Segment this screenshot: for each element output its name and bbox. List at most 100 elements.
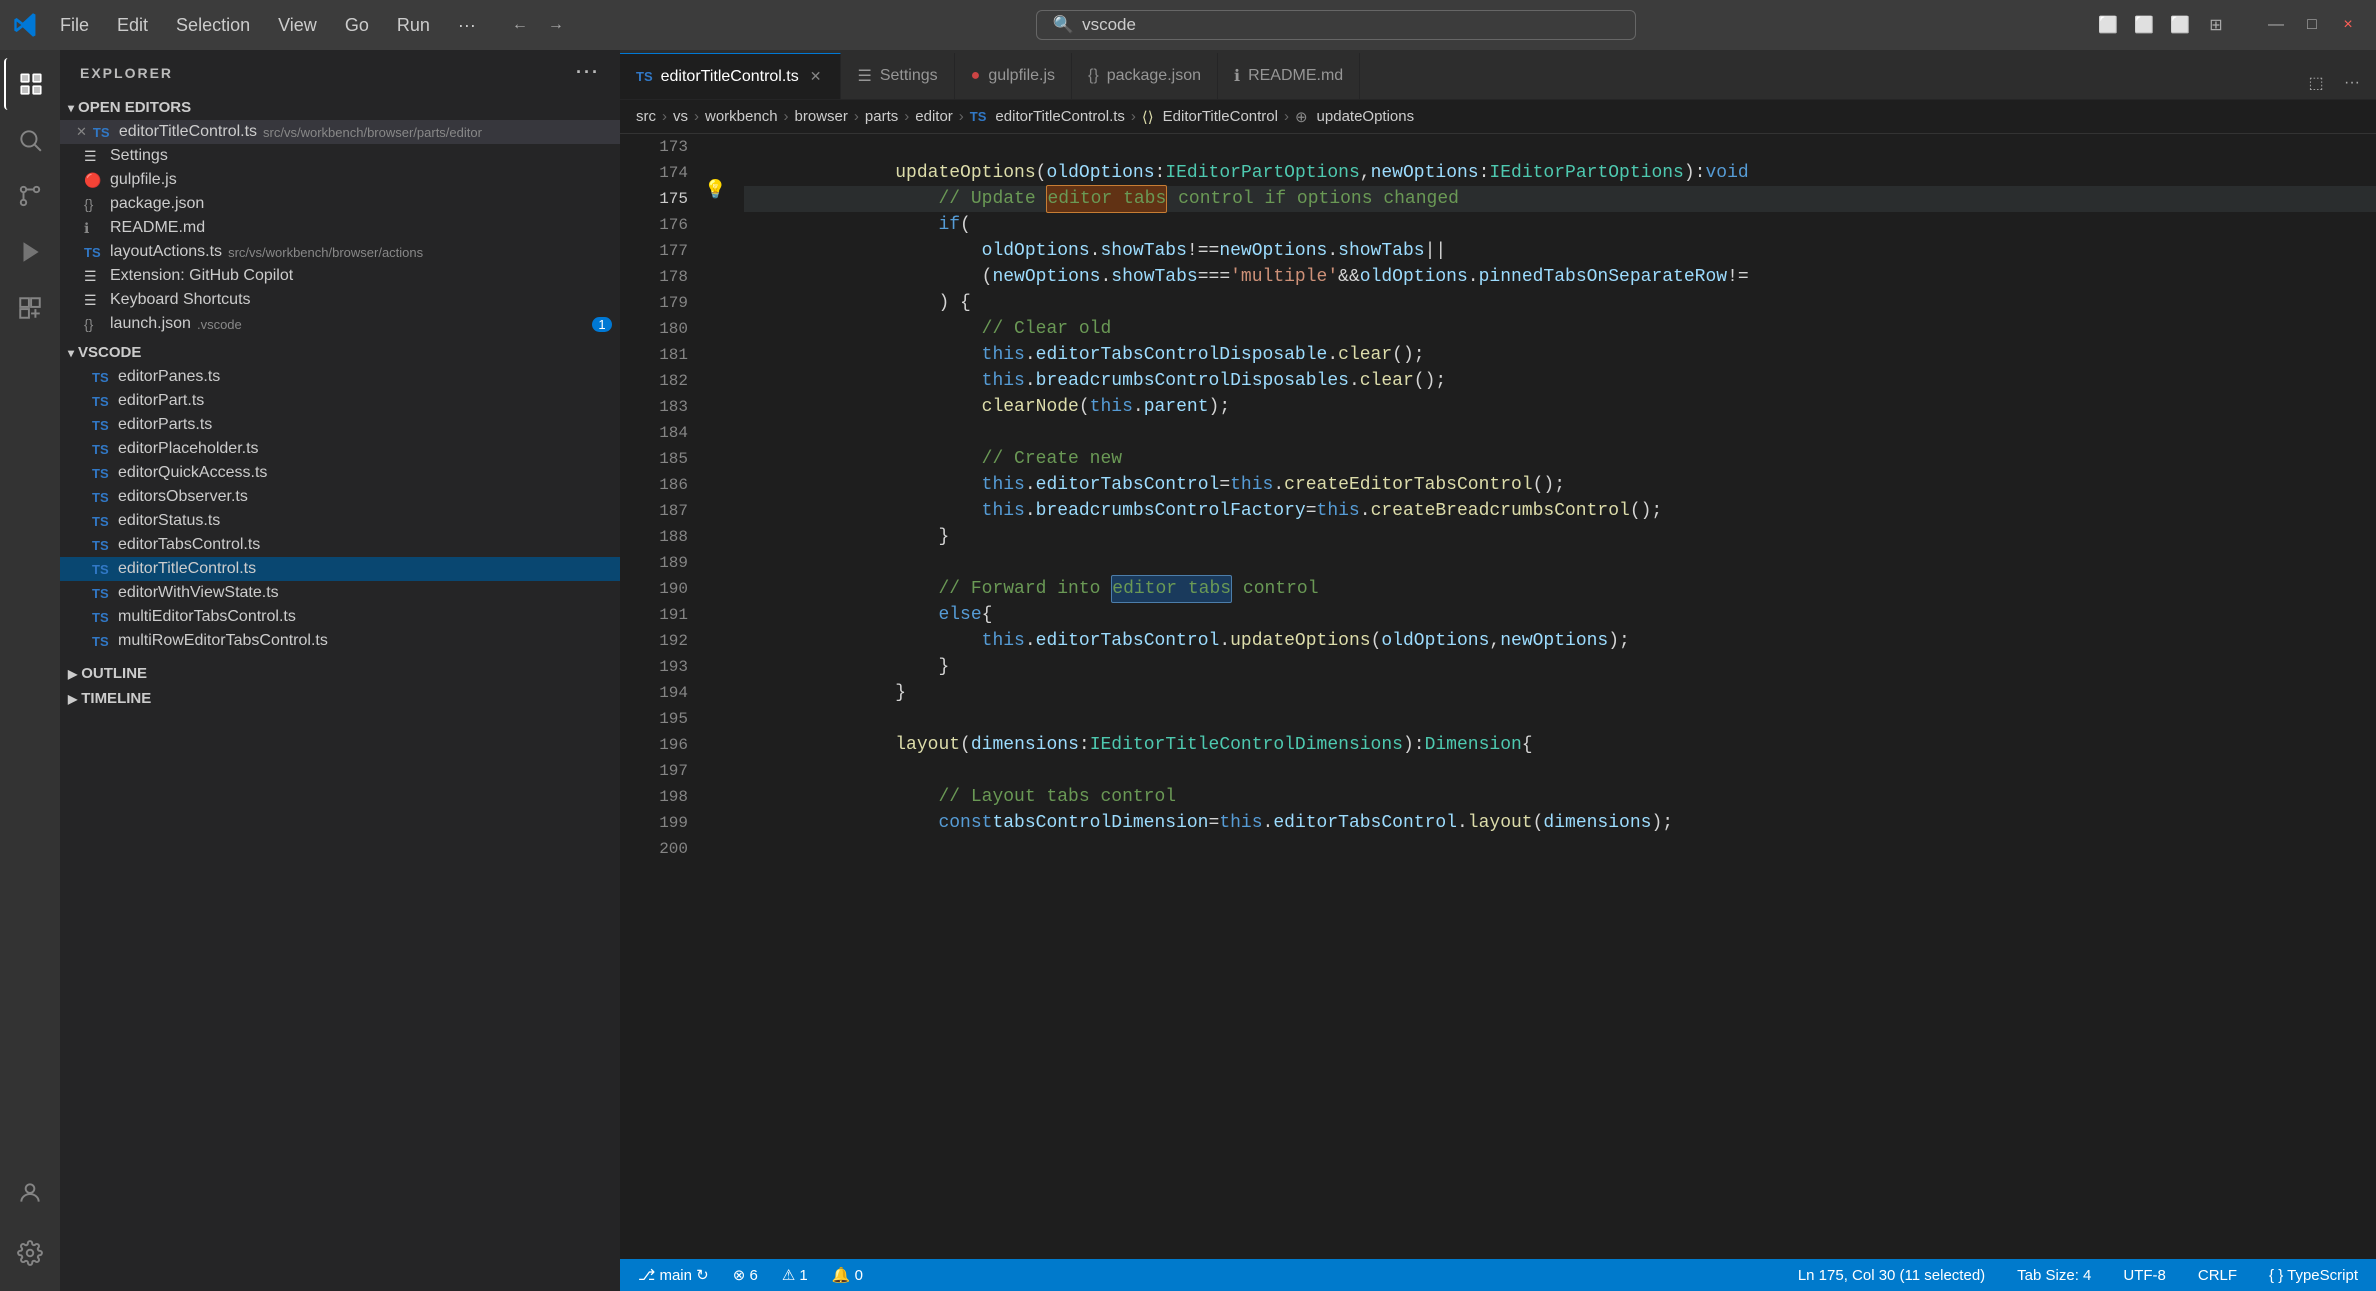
close-file-icon[interactable]: ✕ [76, 124, 87, 140]
branch-status[interactable]: ⎇ main ↻ [632, 1264, 715, 1286]
line-ending-status[interactable]: CRLF [2192, 1265, 2243, 1286]
open-editor-editorTitleControl[interactable]: ✕ TS editorTitleControl.ts src/vs/workbe… [60, 120, 620, 144]
activity-settings[interactable] [4, 1227, 56, 1279]
close-button[interactable]: × [2332, 9, 2364, 41]
activity-extensions[interactable] [4, 282, 56, 334]
maximize-button[interactable]: □ [2296, 9, 2328, 41]
json-brace-icon: {} [84, 196, 104, 212]
vscode-file-editorStatus[interactable]: TS editorStatus.ts [60, 509, 620, 533]
open-editor-readmemd[interactable]: ℹ README.md [60, 216, 620, 240]
customize-layout-button[interactable]: ⊞ [2200, 9, 2232, 41]
ts-icon-panes: TS [92, 370, 112, 385]
menu-file[interactable]: File [48, 11, 101, 40]
open-editor-launchjson[interactable]: {} launch.json .vscode 1 [60, 312, 620, 336]
open-editor-gulpfile[interactable]: 🔴 gulpfile.js [60, 168, 620, 192]
search-box[interactable]: 🔍 vscode [1036, 10, 1636, 40]
breadcrumb-method[interactable]: updateOptions [1317, 108, 1415, 125]
open-editor-layoutActions[interactable]: TS layoutActions.ts src/vs/workbench/bro… [60, 240, 620, 264]
main-layout: EXPLORER ··· ▾ OPEN EDITORS ✕ TS editorT… [0, 50, 2376, 1291]
cursor-position[interactable]: Ln 175, Col 30 (11 selected) [1792, 1265, 1991, 1286]
vscode-file-multiRowEditorTabs[interactable]: TS multiRowEditorTabsControl.ts [60, 629, 620, 653]
activity-run-debug[interactable] [4, 226, 56, 278]
encoding-status[interactable]: UTF-8 [2117, 1265, 2172, 1286]
warnings-display: ⚠ 1 [782, 1267, 808, 1284]
vscode-file-editorPlaceholder[interactable]: TS editorPlaceholder.ts [60, 437, 620, 461]
breadcrumb-parts[interactable]: parts [865, 108, 898, 125]
code-line-193: } [744, 654, 2376, 680]
code-content[interactable]: updateOptions(oldOptions: IEditorPartOpt… [736, 134, 2376, 1259]
tab-packagejson[interactable]: {} package.json [1072, 53, 1218, 99]
back-button[interactable]: ← [504, 9, 536, 41]
outline-header[interactable]: ▶ OUTLINE [60, 661, 620, 686]
vscode-file-editorQuickAccess[interactable]: TS editorQuickAccess.ts [60, 461, 620, 485]
breadcrumb-browser[interactable]: browser [795, 108, 848, 125]
vscode-file-editorTabsControl[interactable]: TS editorTabsControl.ts [60, 533, 620, 557]
menu-selection[interactable]: Selection [164, 11, 262, 40]
vscode-file-editorTitleControl[interactable]: TS editorTitleControl.ts [60, 557, 620, 581]
errors-status[interactable]: ⊗ 6 [727, 1264, 764, 1286]
menu-go[interactable]: Go [333, 11, 381, 40]
open-editor-settings[interactable]: ☰ Settings [60, 144, 620, 168]
activity-explorer[interactable] [4, 58, 56, 110]
notifications-status[interactable]: 🔔 0 [826, 1264, 869, 1286]
sidebar-toggle-button[interactable]: ⬜ [2092, 9, 2124, 41]
menu-more[interactable]: ··· [446, 11, 488, 40]
vscode-file-editorsObserver[interactable]: TS editorsObserver.ts [60, 485, 620, 509]
tab-editorTitleControl[interactable]: TS editorTitleControl.ts ✕ [620, 53, 841, 99]
code-line-179: ) { [744, 290, 2376, 316]
breadcrumb-vs[interactable]: vs [673, 108, 688, 125]
vscode-section-header[interactable]: ▾ VSCODE [60, 340, 620, 365]
breadcrumb-editor[interactable]: editor [915, 108, 953, 125]
open-editor-packagejson[interactable]: {} package.json [60, 192, 620, 216]
sidebar-more-button[interactable]: ··· [576, 62, 600, 83]
panel-right-button[interactable]: ⬜ [2164, 9, 2196, 41]
sync-icon: ↻ [696, 1267, 709, 1284]
vscode-file-editorWithViewState[interactable]: TS editorWithViewState.ts [60, 581, 620, 605]
ts-icon-viewstate: TS [92, 586, 112, 601]
ln-179: 179 [620, 290, 688, 316]
open-editor-keyboard[interactable]: ☰ Keyboard Shortcuts [60, 288, 620, 312]
tab-gulp-icon: ● [971, 67, 981, 85]
open-editors-header[interactable]: ▾ OPEN EDITORS [60, 95, 620, 120]
timeline-header[interactable]: ▶ TIMELINE [60, 686, 620, 711]
vscode-file-editorPart[interactable]: TS editorPart.ts [60, 389, 620, 413]
tab-close-button[interactable]: ✕ [807, 67, 825, 86]
menu-run[interactable]: Run [385, 11, 442, 40]
ts-icon-parts: TS [92, 418, 112, 433]
vscode-file-editorParts[interactable]: TS editorParts.ts [60, 413, 620, 437]
code-line-198: // Layout tabs control [744, 784, 2376, 810]
sidebar-header: EXPLORER ··· [60, 50, 620, 95]
tab-readme[interactable]: ℹ README.md [1218, 53, 1360, 99]
panel-toggle-button[interactable]: ⬜ [2128, 9, 2160, 41]
menu-view[interactable]: View [266, 11, 329, 40]
warnings-status[interactable]: ⚠ 1 [776, 1264, 814, 1286]
lightbulb-icon[interactable]: 💡 [704, 178, 726, 204]
open-editor-copilot[interactable]: ☰ Extension: GitHub Copilot [60, 264, 620, 288]
tab-gulpfile[interactable]: ● gulpfile.js [955, 53, 1072, 99]
vscode-file-multiEditorTabs[interactable]: TS multiEditorTabsControl.ts [60, 605, 620, 629]
minimize-button[interactable]: — [2260, 9, 2292, 41]
menu-edit[interactable]: Edit [105, 11, 160, 40]
activity-source-control[interactable] [4, 170, 56, 222]
file-name-packagejson: package.json [110, 195, 204, 213]
split-editor-button[interactable]: ⬚ [2300, 67, 2332, 99]
breadcrumb-workbench[interactable]: workbench [705, 108, 778, 125]
tab-size-status[interactable]: Tab Size: 4 [2011, 1265, 2097, 1286]
ts-icon-status: TS [92, 514, 112, 529]
breadcrumb-file[interactable]: editorTitleControl.ts [995, 108, 1125, 125]
breadcrumb-class[interactable]: EditorTitleControl [1163, 108, 1278, 125]
vscode-file-editorPanes[interactable]: TS editorPanes.ts [60, 365, 620, 389]
activity-account[interactable] [4, 1167, 56, 1219]
forward-button[interactable]: → [540, 9, 572, 41]
more-tab-actions-button[interactable]: ··· [2336, 67, 2368, 99]
activity-search[interactable] [4, 114, 56, 166]
tab-settings[interactable]: ☰ Settings [841, 53, 954, 99]
breadcrumb-src[interactable]: src [636, 108, 656, 125]
language-mode-status[interactable]: { } TypeScript [2263, 1265, 2364, 1286]
ln-190: 190 [620, 576, 688, 602]
code-line-194: } [744, 680, 2376, 706]
ln-196: 196 [620, 732, 688, 758]
breadcrumb-class-icon: ⟨⟩ [1142, 108, 1154, 126]
activity-bar [0, 50, 60, 1291]
file-name-editorStatus: editorStatus.ts [118, 512, 220, 530]
